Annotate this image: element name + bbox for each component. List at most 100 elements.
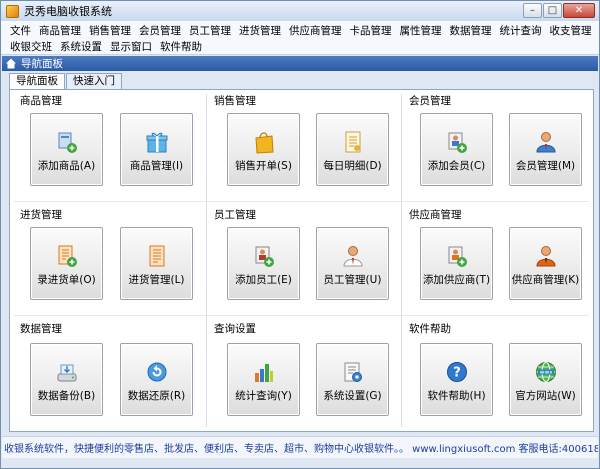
menu-member[interactable]: 会员管理 (135, 23, 185, 38)
column-divider (401, 94, 402, 427)
maximize-button[interactable]: □ (543, 3, 562, 18)
menu-window[interactable]: 显示窗口 (106, 39, 156, 54)
data-backup-button[interactable]: 数据备份(B) (30, 343, 103, 416)
help-icon: ? (446, 362, 467, 382)
group-title: 员工管理 (214, 209, 256, 221)
column-divider (206, 94, 207, 427)
employee-manage-button[interactable]: 员工管理(U) (316, 227, 389, 300)
product-manage-button[interactable]: 商品管理(I) (120, 113, 193, 186)
add-supplier-button[interactable]: 添加供应商(T) (420, 227, 493, 300)
add-member-button[interactable]: 添加会员(C) (420, 113, 493, 186)
group-sales: 销售管理 销售开单(S) 每日明细(D) (210, 90, 400, 200)
tile-label: 进货管理(L) (128, 274, 185, 286)
settings-icon (344, 362, 362, 382)
tile-label: 商品管理(I) (129, 160, 184, 172)
group-title: 商品管理 (20, 95, 62, 107)
add-employee-button[interactable]: 添加员工(E) (227, 227, 300, 300)
svg-text:?: ? (453, 366, 461, 381)
menu-row-2: 收银交班 系统设置 显示窗口 软件帮助 (6, 38, 599, 54)
tile-label: 官方网站(W) (515, 390, 576, 402)
daily-detail-button[interactable]: 每日明细(D) (316, 113, 389, 186)
menu-bar: 文件 商品管理 销售管理 会员管理 员工管理 进货管理 供应商管理 卡品管理 属… (1, 21, 599, 55)
tab-quick-start[interactable]: 快速入门 (66, 73, 122, 89)
group-title: 数据管理 (20, 323, 62, 335)
group-member: 会员管理 添加会员(C) 会员管理(M) (405, 90, 595, 200)
tile-label: 员工管理(U) (323, 274, 382, 286)
nav-panel-header: 导航面板 (2, 56, 598, 71)
supplier-icon (535, 246, 556, 267)
menu-settings[interactable]: 系统设置 (56, 39, 106, 54)
gift-box-icon (146, 132, 167, 153)
member-icon (535, 132, 556, 153)
row-divider (14, 315, 589, 316)
tile-label: 添加员工(E) (235, 274, 292, 286)
menu-finance[interactable]: 收支管理 (546, 23, 596, 38)
add-product-button[interactable]: 添加商品(A) (30, 113, 103, 186)
close-button[interactable]: ✕ (563, 3, 595, 18)
employee-icon (342, 246, 363, 267)
tile-label: 供应商管理(K) (511, 274, 580, 286)
group-data: 数据管理 数据备份(B) 数据还原(R) (16, 318, 206, 428)
tile-label: 添加会员(C) (427, 160, 486, 172)
bar-chart-icon (254, 364, 273, 382)
tile-label: 统计查询(Y) (235, 390, 292, 402)
menu-help[interactable]: 软件帮助 (156, 39, 206, 54)
group-employee: 员工管理 添加员工(E) 员工管理(U) (210, 204, 400, 314)
add-purchase-icon (58, 245, 77, 267)
tile-label: 每日明细(D) (323, 160, 382, 172)
menu-row-1: 文件 商品管理 销售管理 会员管理 员工管理 进货管理 供应商管理 卡品管理 属… (6, 22, 599, 38)
window-controls: – □ ✕ (523, 3, 595, 18)
supplier-manage-button[interactable]: 供应商管理(K) (509, 227, 582, 300)
official-website-button[interactable]: 官方网站(W) (509, 343, 582, 416)
statistics-query-button[interactable]: 统计查询(Y) (227, 343, 300, 416)
group-title: 软件帮助 (409, 323, 451, 335)
app-window: 灵秀电脑收银系统 – □ ✕ 文件 商品管理 销售管理 会员管理 员工管理 进货… (0, 0, 600, 469)
tile-label: 添加商品(A) (37, 160, 96, 172)
group-title: 进货管理 (20, 209, 62, 221)
tab-nav-panel[interactable]: 导航面板 (9, 73, 65, 90)
group-title: 查询设置 (214, 323, 256, 335)
nav-content: 商品管理 添加商品(A) 商品管理(I) 销售管理 销售开单(S) 每日明细(D… (9, 89, 594, 432)
menu-employee[interactable]: 员工管理 (185, 23, 235, 38)
tile-label: 数据备份(B) (37, 390, 96, 402)
title-bar: 灵秀电脑收银系统 – □ ✕ (1, 1, 599, 21)
menu-sales[interactable]: 销售管理 (85, 23, 135, 38)
group-product: 商品管理 添加商品(A) 商品管理(I) (16, 90, 206, 200)
menu-card[interactable]: 卡品管理 (346, 23, 396, 38)
menu-data[interactable]: 数据管理 (446, 23, 496, 38)
menu-attribute[interactable]: 属性管理 (396, 23, 446, 38)
group-help: 软件帮助 ? 软件帮助(H) 官方网站(W) (405, 318, 595, 428)
menu-shift[interactable]: 收银交班 (6, 39, 56, 54)
add-product-icon (58, 132, 77, 153)
add-member-icon (448, 132, 467, 153)
shopping-bag-icon (254, 132, 274, 154)
purchase-manage-button[interactable]: 进货管理(L) (120, 227, 193, 300)
tile-label: 软件帮助(H) (427, 390, 486, 402)
member-manage-button[interactable]: 会员管理(M) (509, 113, 582, 186)
backup-icon (57, 364, 76, 382)
restore-icon (147, 362, 166, 382)
add-supplier-icon (448, 246, 467, 267)
data-restore-button[interactable]: 数据还原(R) (120, 343, 193, 416)
menu-purchase[interactable]: 进货管理 (235, 23, 285, 38)
group-title: 会员管理 (409, 95, 451, 107)
app-logo-icon (6, 4, 19, 18)
menu-statistics[interactable]: 统计查询 (496, 23, 546, 38)
tile-label: 数据还原(R) (127, 390, 186, 402)
tile-label: 录进货单(O) (37, 274, 96, 286)
menu-product[interactable]: 商品管理 (35, 23, 85, 38)
menu-file[interactable]: 文件 (6, 23, 35, 38)
add-purchase-button[interactable]: 录进货单(O) (30, 227, 103, 300)
group-title: 供应商管理 (409, 209, 462, 221)
tile-label: 添加供应商(T) (422, 274, 491, 286)
tile-label: 销售开单(S) (235, 160, 292, 172)
menu-supplier[interactable]: 供应商管理 (285, 23, 346, 38)
software-help-button[interactable]: ? 软件帮助(H) (420, 343, 493, 416)
system-settings-button[interactable]: 系统设置(G) (316, 343, 389, 416)
tab-strip: 导航面板 快速入门 (9, 73, 123, 90)
minimize-button[interactable]: – (523, 3, 542, 18)
receipt-icon (345, 131, 360, 153)
sales-order-button[interactable]: 销售开单(S) (227, 113, 300, 186)
tile-label: 会员管理(M) (515, 160, 576, 172)
scrolling-info-text: 收银系统软件，快捷便利的零售店、批发店、便利店、专卖店、超市、购物中心收银软件。… (4, 444, 598, 455)
